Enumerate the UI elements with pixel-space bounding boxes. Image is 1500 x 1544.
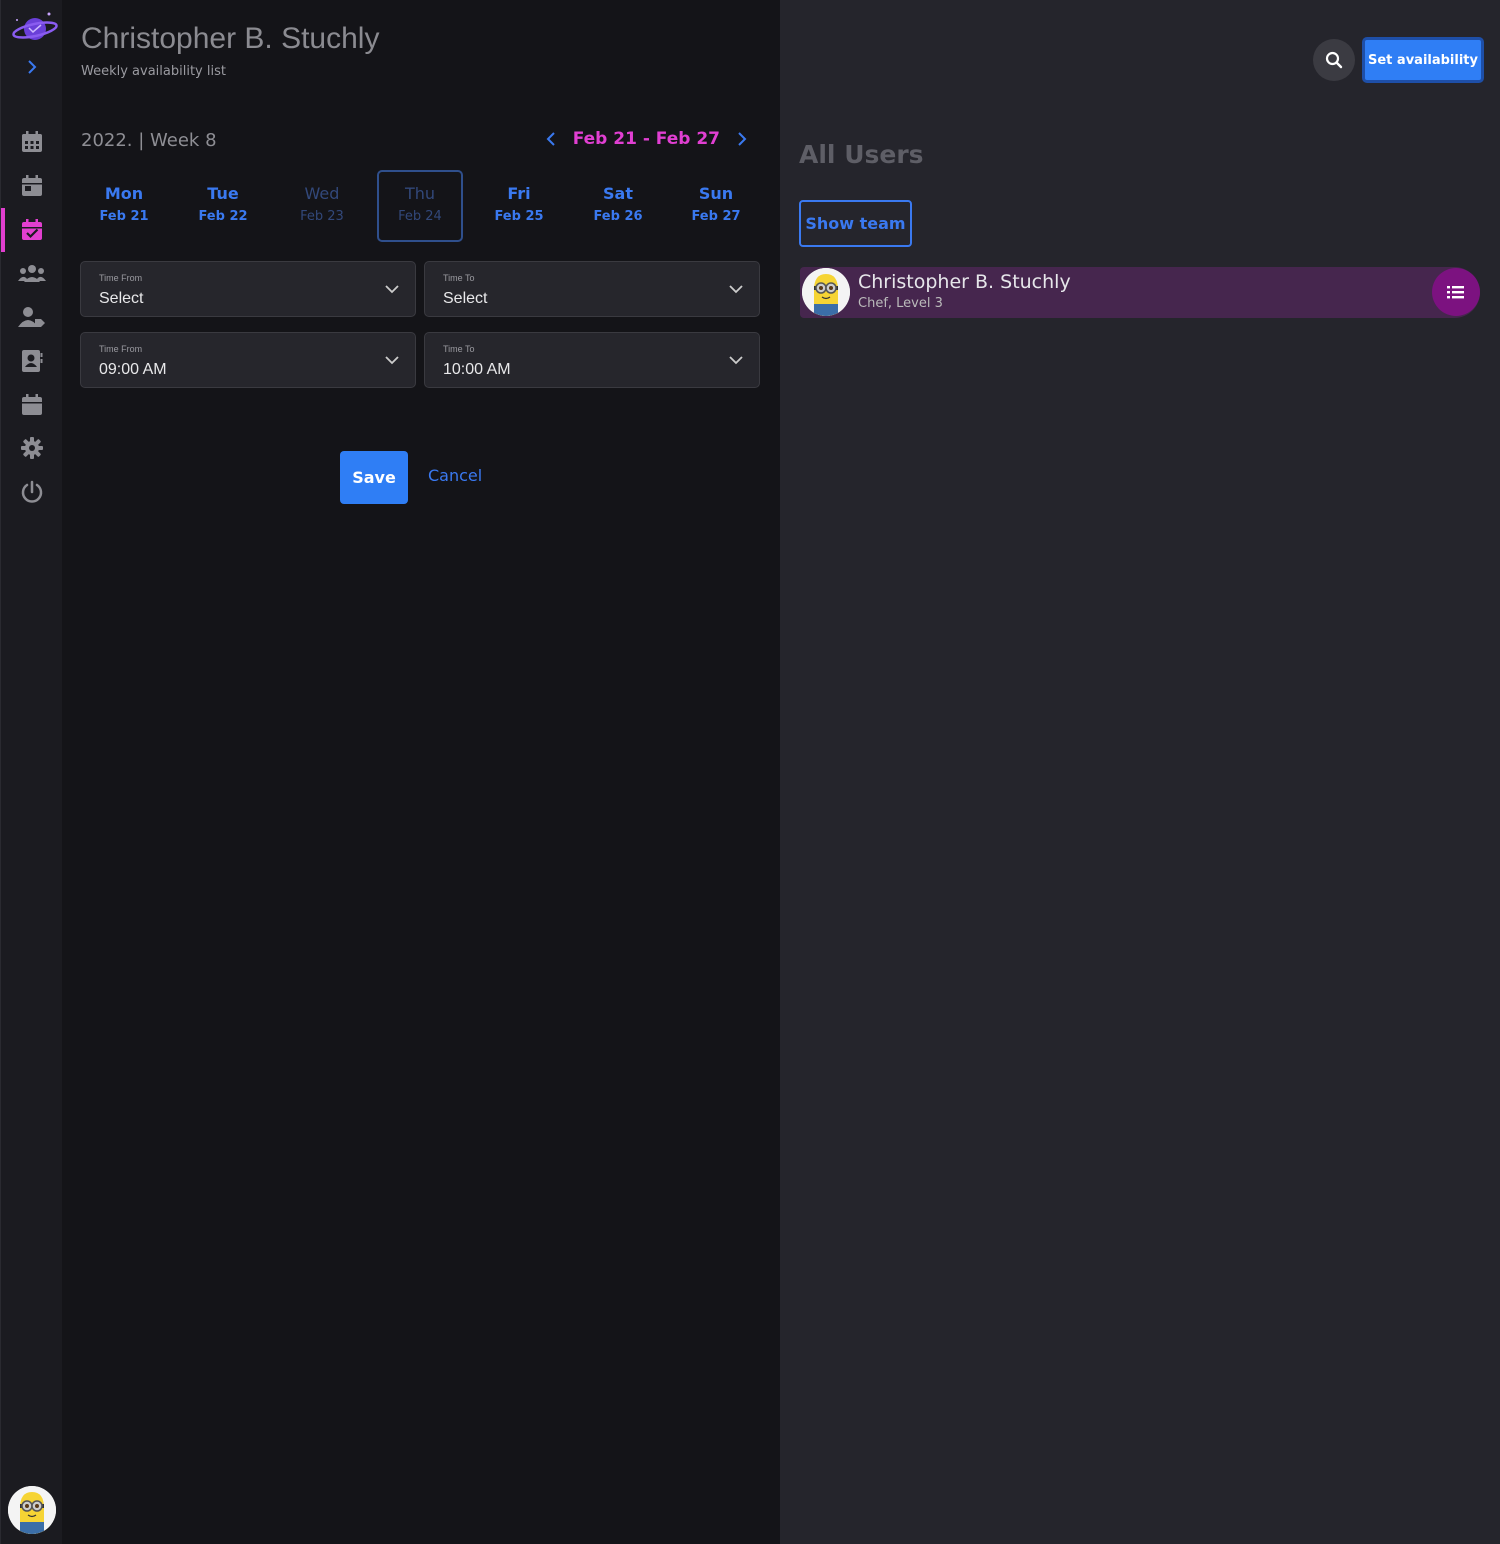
list-icon: [1447, 286, 1464, 299]
day-date: Feb 23: [300, 209, 344, 224]
day-name: Tue: [207, 184, 239, 203]
day-date: Feb 21: [99, 209, 149, 224]
chevron-right-icon[interactable]: [734, 128, 750, 150]
day-date: Feb 24: [398, 209, 442, 224]
chevron-down-icon: [385, 356, 399, 365]
day-date: Feb 26: [593, 209, 643, 224]
field-label: Time To: [443, 273, 475, 283]
field-value: Select: [443, 290, 488, 307]
day-tab-wed[interactable]: Wed Feb 23: [279, 170, 365, 242]
day-name: Sun: [698, 184, 734, 203]
calendar-alt-icon[interactable]: [1, 383, 63, 427]
search-button[interactable]: [1313, 39, 1355, 81]
day-name: Sat: [603, 184, 633, 203]
field-value: 10:00 AM: [443, 361, 511, 378]
users-icon[interactable]: [1, 251, 63, 295]
day-selector: Mon Feb 21 Tue Feb 22 Wed Feb 23 Thu Feb 24 …: [76, 170, 766, 242]
day-date: Feb 22: [198, 209, 248, 224]
field-label: Time From: [99, 273, 143, 283]
field-value: Select: [99, 290, 144, 307]
day-tab-fri[interactable]: Fri Feb 25: [476, 170, 562, 242]
save-button[interactable]: Save: [340, 451, 408, 504]
sidebar: [0, 0, 62, 1544]
power-icon[interactable]: [1, 470, 63, 514]
set-availability-button[interactable]: Set availability: [1362, 37, 1484, 83]
search-icon: [1325, 51, 1343, 69]
user-tag-icon[interactable]: [1, 295, 63, 339]
all-users-heading: All Users: [799, 140, 924, 169]
day-name: Thu: [404, 184, 436, 203]
user-list-button[interactable]: [1432, 268, 1480, 316]
time-to-select[interactable]: Time To 10:00 AM: [424, 332, 760, 388]
show-team-button[interactable]: Show team: [799, 200, 912, 247]
week-label: 2022. | Week 8: [81, 130, 217, 151]
day-name: Wed: [304, 184, 340, 203]
user-role: Chef, Level 3: [858, 296, 943, 311]
chevron-down-icon: [385, 285, 399, 294]
cancel-button[interactable]: Cancel: [428, 466, 482, 485]
user-row[interactable]: Christopher B. Stuchly Chef, Level 3: [800, 267, 1480, 318]
day-tab-tue[interactable]: Tue Feb 22: [180, 170, 266, 242]
day-tab-mon[interactable]: Mon Feb 21: [81, 170, 167, 242]
day-date: Feb 25: [494, 209, 544, 224]
week-range: Feb 21 - Feb 27: [572, 129, 720, 149]
expand-sidebar-icon[interactable]: [23, 56, 41, 78]
calendar-icon[interactable]: [1, 120, 63, 164]
chevron-down-icon: [729, 285, 743, 294]
time-to-select[interactable]: Time To Select: [424, 261, 760, 317]
page-subtitle: Weekly availability list: [81, 64, 226, 79]
user-avatar: [802, 268, 850, 316]
day-tab-sat[interactable]: Sat Feb 26: [575, 170, 661, 242]
planet-logo-icon[interactable]: [11, 8, 59, 48]
user-name: Christopher B. Stuchly: [858, 271, 1071, 293]
day-date: Feb 27: [691, 209, 741, 224]
contact-card-icon[interactable]: [1, 339, 63, 383]
calendar-day-icon[interactable]: [1, 164, 63, 208]
calendar-check-icon[interactable]: [1, 208, 63, 252]
day-name: Fri: [507, 184, 531, 203]
day-tab-thu[interactable]: Thu Feb 24: [377, 170, 463, 242]
avatar[interactable]: [8, 1486, 56, 1534]
day-name: Mon: [104, 184, 144, 203]
page-title: Christopher B. Stuchly: [81, 22, 380, 55]
time-from-select[interactable]: Time From 09:00 AM: [80, 332, 416, 388]
week-navigator: Feb 21 - Feb 27: [543, 128, 750, 150]
chevron-down-icon: [729, 356, 743, 365]
time-from-select[interactable]: Time From Select: [80, 261, 416, 317]
field-label: Time To: [443, 344, 475, 354]
chevron-left-icon[interactable]: [543, 128, 559, 150]
field-value: 09:00 AM: [99, 361, 167, 378]
day-tab-sun[interactable]: Sun Feb 27: [673, 170, 759, 242]
gear-icon[interactable]: [1, 426, 63, 470]
availability-panel: Christopher B. Stuchly Weekly availabili…: [62, 0, 780, 1544]
field-label: Time From: [99, 344, 143, 354]
